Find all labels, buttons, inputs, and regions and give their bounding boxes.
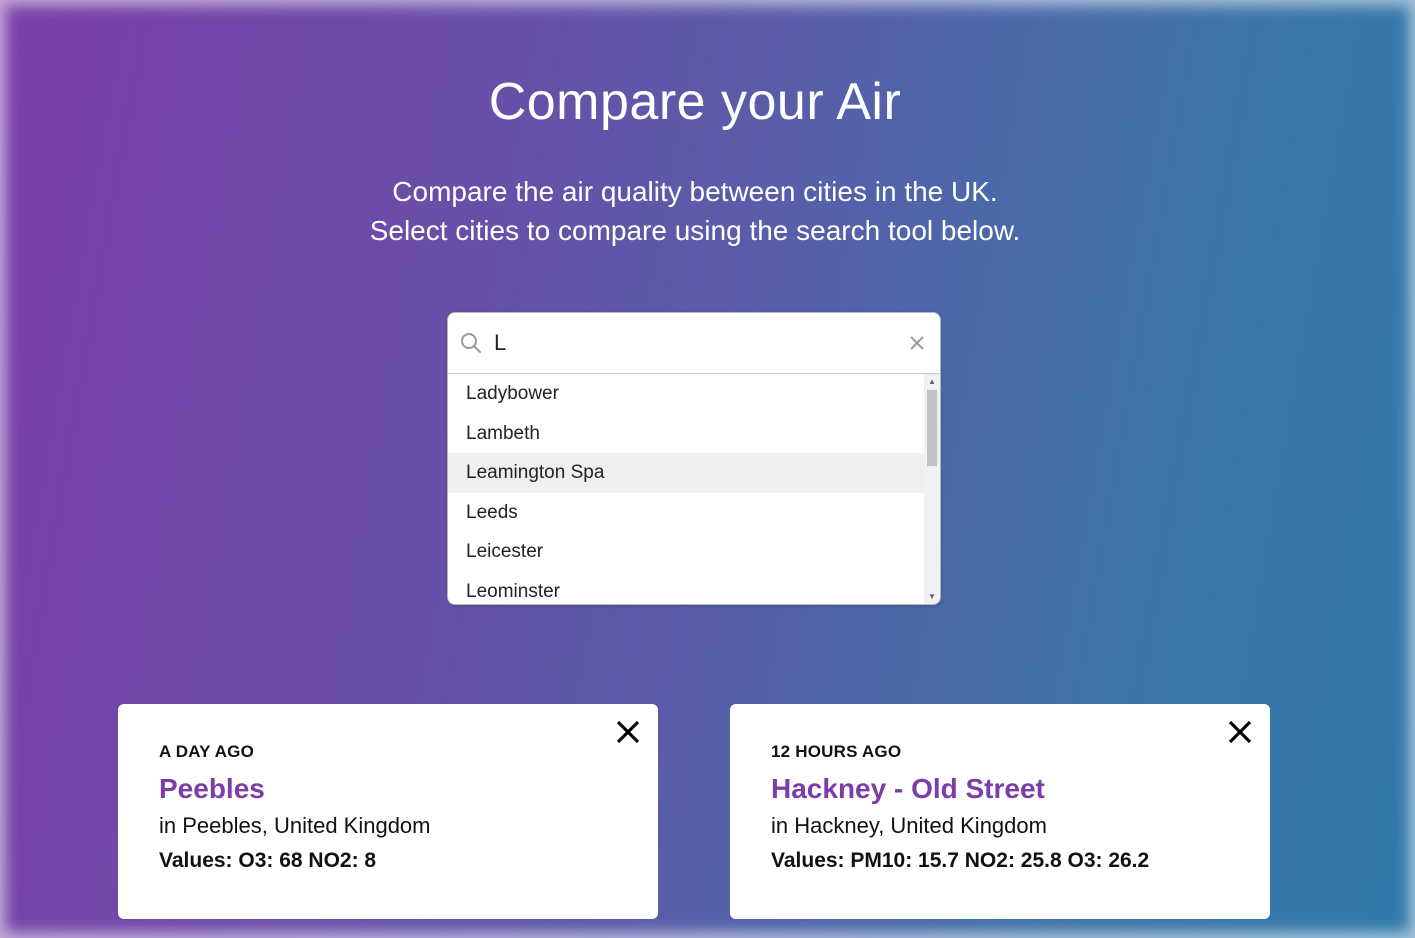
card-location-name: Peebles xyxy=(159,773,265,804)
options-scrollbar[interactable]: ▲ ▼ xyxy=(924,374,940,604)
city-search-input[interactable] xyxy=(494,330,874,356)
scroll-up-arrow-icon[interactable]: ▲ xyxy=(928,378,936,386)
search-icon xyxy=(460,332,482,354)
card-time-ago: A DAY AGO xyxy=(159,742,255,761)
subtitle-line-2: Select cities to compare using the searc… xyxy=(369,215,1021,246)
scroll-down-arrow-icon[interactable]: ▼ xyxy=(928,593,936,601)
card-location-region: in Hackney, United Kingdom xyxy=(771,813,1047,838)
card-location-region: in Peebles, United Kingdom xyxy=(159,813,431,838)
subtitle-line-1: Compare the air quality between cities i… xyxy=(392,176,998,207)
city-option[interactable]: Lambeth xyxy=(448,414,924,454)
city-option[interactable]: Ladybower xyxy=(448,374,924,414)
city-option-highlighted[interactable]: Leamington Spa xyxy=(448,453,924,493)
card-values: Values: O3: 68 NO2: 8 xyxy=(159,849,377,872)
scrollbar-thumb[interactable] xyxy=(927,390,937,466)
card-location-name: Hackney - Old Street xyxy=(771,773,1045,804)
page-subtitle: Compare the air quality between cities i… xyxy=(0,172,1390,250)
card-time-ago: 12 HOURS AGO xyxy=(771,742,902,761)
city-option[interactable]: Leeds xyxy=(448,493,924,533)
city-option[interactable]: Leominster xyxy=(448,572,924,605)
clear-search-icon[interactable] xyxy=(906,332,928,354)
card-values: Values: PM10: 15.7 NO2: 25.8 O3: 26.2 xyxy=(771,849,1150,872)
location-card: 12 HOURS AGO Hackney - Old Street in Hac… xyxy=(730,704,1270,919)
close-card-icon[interactable] xyxy=(1226,718,1254,746)
location-card: A DAY AGO Peebles in Peebles, United Kin… xyxy=(118,704,658,919)
page-title: Compare your Air xyxy=(488,73,902,131)
city-options-list: Ladybower Lambeth Leamington Spa Leeds L… xyxy=(448,374,940,605)
search-row xyxy=(448,313,940,374)
city-search-combobox[interactable]: Ladybower Lambeth Leamington Spa Leeds L… xyxy=(447,312,941,605)
city-option[interactable]: Leicester xyxy=(448,532,924,572)
close-card-icon[interactable] xyxy=(614,718,642,746)
